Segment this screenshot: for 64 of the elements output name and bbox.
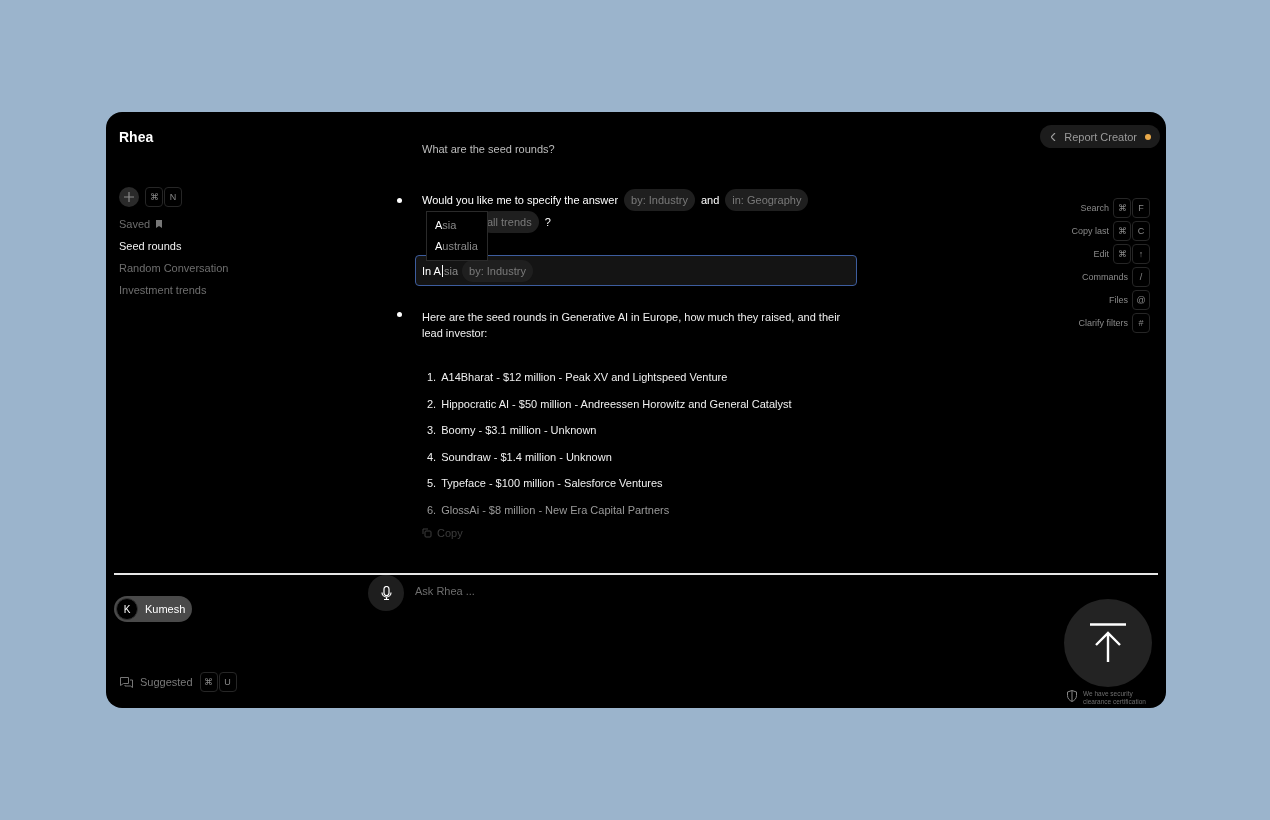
shortcut-key: ⌘ [199, 672, 218, 692]
list-number: 2. [427, 396, 437, 412]
filter-chip[interactable]: by: Industry [624, 189, 695, 211]
shortcut-key: N [164, 187, 182, 207]
list-number: 3. [427, 423, 437, 438]
chevron-left-icon [1051, 132, 1057, 141]
filter-chip[interactable]: by: Industry [462, 259, 533, 282]
copy-icon [422, 528, 432, 538]
filter-chip[interactable]: in: Geography [725, 189, 809, 211]
report-creator-button[interactable]: Report Creator [1040, 125, 1160, 148]
shortcut-key: U [218, 672, 237, 692]
status-dot [1145, 133, 1151, 140]
bullet-icon [397, 198, 402, 203]
shortcut-key: C [1132, 221, 1150, 241]
shortcut-key: ⌘ [1113, 244, 1131, 264]
suggestion-option[interactable]: Australia [435, 236, 487, 257]
message-input[interactable]: Ask Rhea ... [415, 585, 815, 597]
conversation-item[interactable]: Seed rounds [119, 235, 182, 257]
shortcut-label: Commands [1082, 272, 1128, 282]
upload-arrow-icon [1089, 623, 1127, 663]
conversation-item[interactable]: Investment trends [119, 279, 207, 301]
list-number: 4. [427, 449, 437, 465]
chat-bubbles-icon [120, 676, 133, 688]
shortcut-key: ⌘ [145, 187, 163, 207]
shortcut-key: ⌘ [1113, 221, 1131, 241]
shortcut-label: Search [1080, 203, 1109, 213]
user-avatar: K [116, 598, 138, 620]
shortcut-key: ⌘ [1113, 198, 1131, 218]
shield-icon [1067, 690, 1077, 702]
suggested-label[interactable]: Suggested [140, 676, 193, 688]
shortcut-label: Copy last [1071, 226, 1109, 236]
plus-icon [124, 192, 134, 202]
list-item-text: Typeface - $100 million - Salesforce Ventures [441, 476, 663, 491]
message-text: ? [544, 215, 551, 229]
list-item-text: Hippocratic AI - $50 million - Andreessen Horowitz and General Catalyst [441, 396, 792, 412]
list-item-text: GlossAi - $8 million - New Era Capital Partners [441, 502, 670, 518]
shortcut-key: F [1132, 198, 1150, 218]
conversation-item[interactable]: Random Conversation [119, 257, 229, 279]
shortcut-key: ↑ [1132, 244, 1150, 264]
app-title: Rhea [119, 129, 155, 145]
bookmark-icon [156, 220, 163, 228]
shortcut-key: / [1132, 267, 1150, 287]
list-number: 6. [427, 502, 437, 518]
list-item-text: Soundraw - $1.4 million - Unknown [441, 449, 612, 465]
shortcut-label: Edit [1093, 249, 1109, 259]
message-text: Would you like me to specify the answer [422, 193, 619, 207]
user-question: What are the seed rounds? [422, 142, 556, 156]
filter-input-field[interactable]: In A sia by: Industry [415, 255, 857, 286]
list-number: 1. [427, 370, 437, 385]
user-profile-button[interactable]: K Kumesh [114, 596, 192, 622]
shortcut-label: Files [1109, 295, 1128, 305]
list-item-text: A14Bharat - $12 million - Peak XV and Lightspeed Venture [441, 370, 728, 385]
message-text: and [700, 193, 720, 207]
bullet-icon [397, 312, 402, 317]
shortcut-label: Clarify filters [1078, 318, 1128, 328]
shortcut-key: @ [1132, 290, 1150, 310]
answer-text: Here are the seed rounds in Generative AI in Europe, how much they raised, and their lead investor: [422, 310, 842, 341]
list-item-text: Boomy - $3.1 million - Unknown [441, 423, 597, 438]
new-chat-button[interactable] [119, 187, 139, 207]
microphone-icon [380, 586, 392, 600]
shortcut-key: # [1132, 313, 1150, 333]
list-number: 5. [427, 476, 437, 491]
saved-label: Saved [119, 217, 151, 232]
microphone-button[interactable] [368, 575, 404, 611]
